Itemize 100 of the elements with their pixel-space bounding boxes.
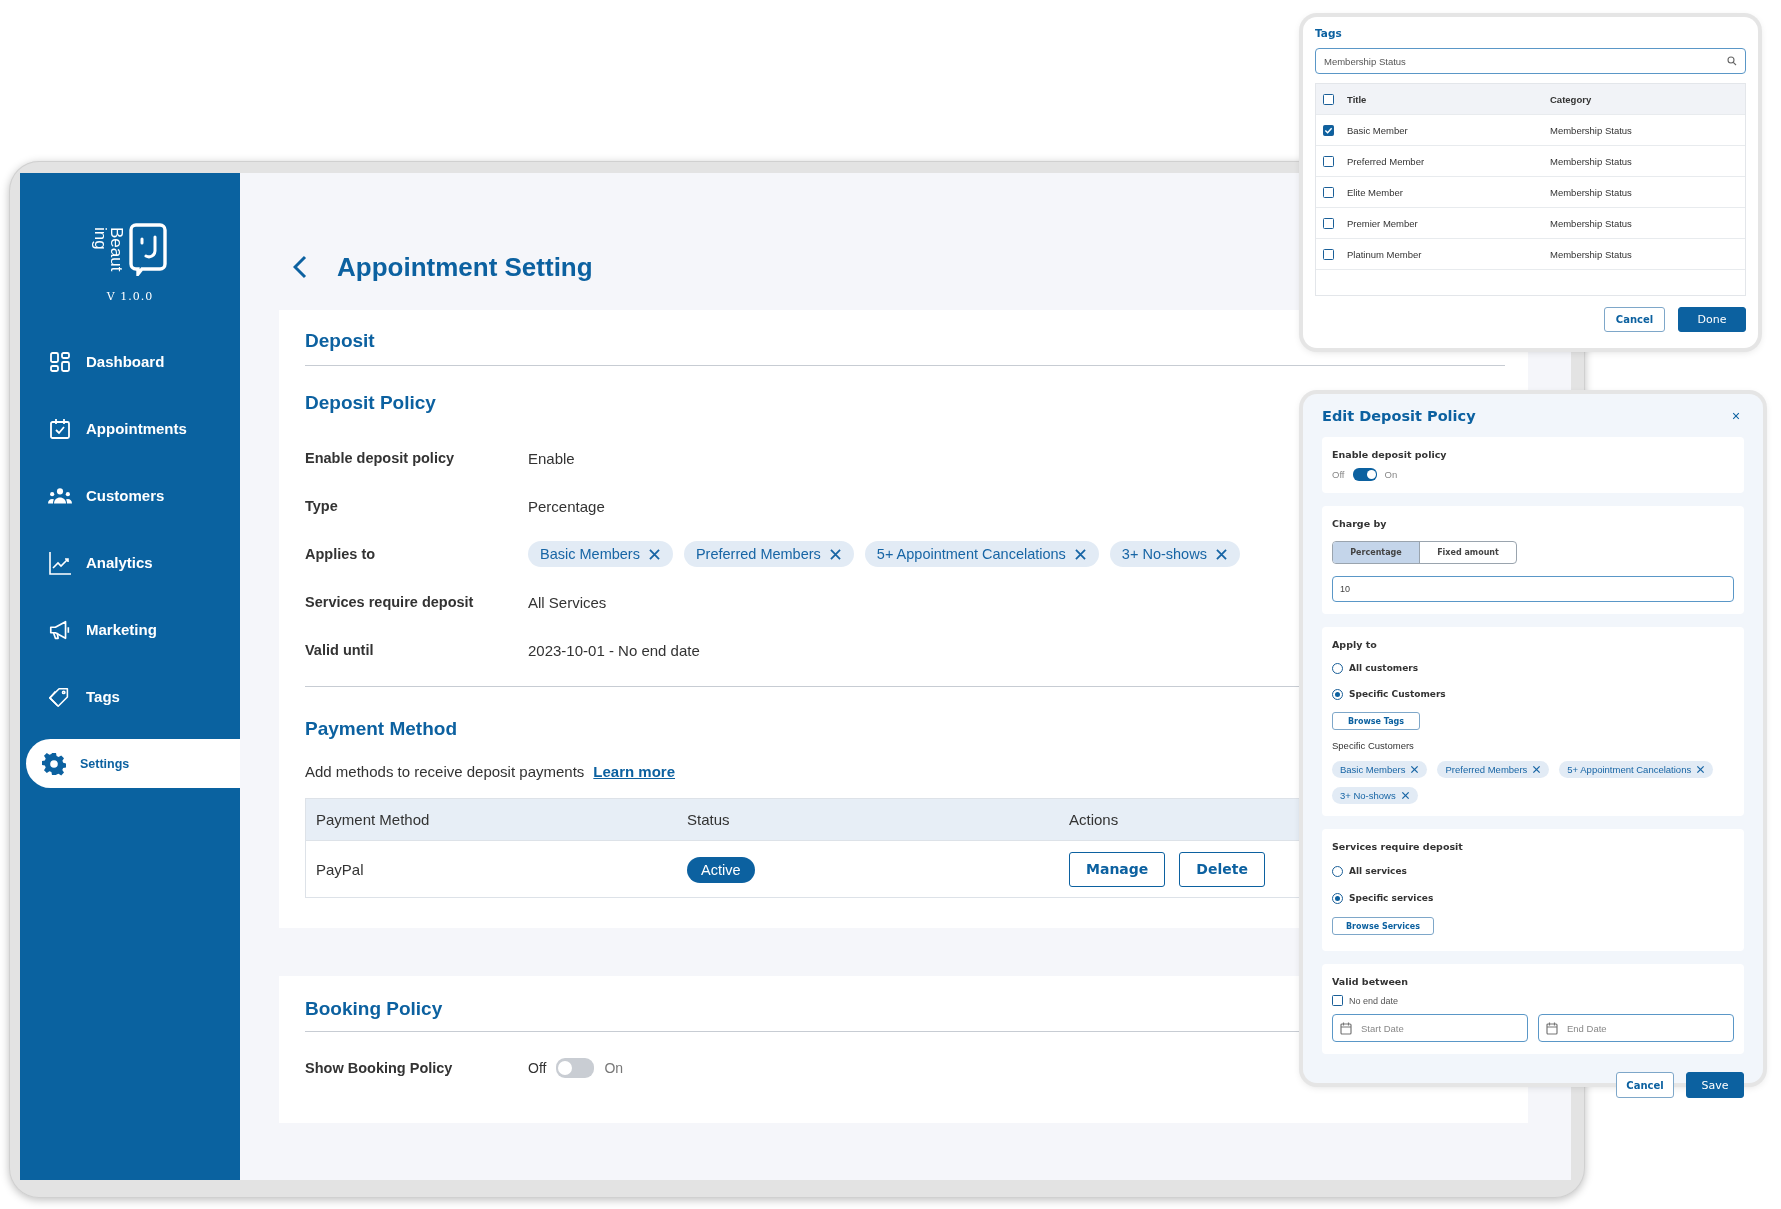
field-label: Enable deposit policy bbox=[305, 450, 456, 466]
checkbox[interactable] bbox=[1323, 186, 1334, 198]
dialog-title: Edit Deposit Policy bbox=[1322, 408, 1476, 424]
chips-label: Specific Customers bbox=[1332, 740, 1414, 751]
off-label: Off bbox=[528, 1060, 547, 1076]
remove-icon bbox=[1400, 791, 1410, 800]
dialog-title: Tags bbox=[1315, 27, 1343, 39]
action-button[interactable]: Manage bbox=[1069, 851, 1166, 887]
table-cell-text: Basic Member bbox=[1346, 124, 1409, 136]
remove-icon bbox=[1696, 765, 1706, 774]
checkbox[interactable] bbox=[1323, 155, 1334, 167]
tag-chip: Basic Members bbox=[528, 541, 673, 567]
version-label: V 1.0.0 bbox=[106, 290, 154, 303]
segment-option[interactable]: Fixed amount bbox=[1419, 542, 1516, 563]
learn-more-link[interactable]: Learn more bbox=[593, 763, 676, 780]
checkbox-label: No end date bbox=[1349, 995, 1399, 1006]
field-value: Enable bbox=[528, 449, 575, 467]
field-label: Valid until bbox=[305, 642, 375, 658]
checkbox[interactable] bbox=[1323, 124, 1334, 136]
remove-icon bbox=[647, 547, 661, 561]
field-label: Services require deposit bbox=[305, 594, 475, 610]
table-cell: Membership Status bbox=[1550, 217, 1632, 229]
select-all-checkbox[interactable] bbox=[1323, 93, 1334, 105]
calendar-icon bbox=[1546, 1022, 1558, 1035]
section-heading: Deposit bbox=[305, 330, 375, 352]
cancel-button[interactable]: Cancel bbox=[1616, 1072, 1674, 1098]
sidebar-item[interactable]: Dashboard bbox=[26, 337, 240, 386]
sidebar-item[interactable]: Customers bbox=[26, 471, 240, 520]
remove-icon bbox=[1214, 547, 1228, 561]
section-heading: Payment Method bbox=[305, 718, 458, 740]
radio-label: Specific Customers bbox=[1349, 689, 1446, 699]
checkbox[interactable] bbox=[1332, 995, 1343, 1006]
field-label: Type bbox=[305, 498, 339, 514]
table-cell-text: Platinum Member bbox=[1346, 248, 1423, 260]
table-cell: Membership Status bbox=[1550, 248, 1632, 260]
action-button[interactable]: Delete bbox=[1179, 851, 1265, 887]
date-field[interactable]: End Date bbox=[1538, 1014, 1734, 1042]
search-field[interactable]: Membership Status bbox=[1315, 48, 1746, 74]
chart-icon bbox=[48, 550, 72, 575]
radio-label: Specific services bbox=[1349, 893, 1434, 903]
status-badge: Active bbox=[687, 856, 755, 883]
remove-icon bbox=[1410, 765, 1420, 774]
column-header: Title bbox=[1346, 93, 1368, 105]
cancel-button[interactable]: Cancel bbox=[1604, 307, 1665, 332]
sidebar-item[interactable]: Settings bbox=[26, 739, 240, 788]
sidebar-item[interactable]: Analytics bbox=[26, 538, 240, 587]
close-icon[interactable] bbox=[1732, 412, 1740, 420]
table-cell-text: Preferred Member bbox=[1346, 155, 1426, 167]
logo-text: Beaut ing bbox=[92, 226, 124, 272]
column-header: Category bbox=[1550, 93, 1592, 105]
sidebar-item[interactable]: Marketing bbox=[26, 605, 240, 654]
section-heading: Deposit Policy bbox=[305, 392, 436, 414]
off-label: Off bbox=[1332, 469, 1345, 480]
remove-icon bbox=[828, 547, 842, 561]
section-label: Charge by bbox=[1332, 518, 1387, 529]
date-field[interactable]: Start Date bbox=[1332, 1014, 1528, 1042]
section-label: Enable deposit policy bbox=[1332, 449, 1447, 460]
radio-label: All customers bbox=[1349, 663, 1419, 673]
back-icon[interactable] bbox=[293, 255, 307, 279]
table-cell: Membership Status bbox=[1550, 155, 1632, 167]
sidebar-item[interactable]: Tags bbox=[26, 672, 240, 721]
on-label: On bbox=[604, 1060, 624, 1076]
tag-chip: Preferred Members bbox=[1437, 761, 1550, 778]
tag-chip: 5+ Appointment Cancelations bbox=[1559, 761, 1714, 778]
table-cell-text: Premier Member bbox=[1346, 217, 1419, 229]
column-header: Status bbox=[687, 811, 731, 828]
field-value: All Services bbox=[528, 593, 607, 611]
field-label: Show Booking Policy bbox=[305, 1060, 454, 1076]
table-cell: Membership Status bbox=[1550, 186, 1632, 198]
remove-icon bbox=[1532, 765, 1542, 774]
calendar-icon bbox=[1340, 1022, 1352, 1035]
settings-icon bbox=[42, 751, 66, 776]
tag-chip: 5+ Appointment Cancelations bbox=[864, 541, 1099, 567]
table-cell-text: Elite Member bbox=[1346, 186, 1404, 198]
table-cell: Membership Status bbox=[1550, 124, 1632, 136]
column-header: Payment Method bbox=[315, 811, 431, 828]
radio-label: All services bbox=[1349, 866, 1407, 876]
field-value: Percentage bbox=[528, 497, 605, 515]
section-label: Services require deposit bbox=[1332, 841, 1463, 852]
save-button[interactable]: Save bbox=[1686, 1072, 1744, 1098]
done-button[interactable]: Done bbox=[1678, 307, 1746, 332]
page-title: Appointment Setting bbox=[337, 251, 593, 283]
toggle-switch[interactable] bbox=[556, 1058, 595, 1078]
browse-services-button[interactable]: Browse Services bbox=[1332, 917, 1434, 935]
sidebar-item[interactable]: Appointments bbox=[26, 404, 240, 453]
column-header: Actions bbox=[1069, 811, 1119, 828]
field-value: 2023-10-01 - No end date bbox=[528, 641, 700, 659]
calendar-check-icon bbox=[48, 416, 72, 441]
checkbox[interactable] bbox=[1323, 217, 1334, 229]
tag-chip: 3+ No-shows bbox=[1332, 787, 1418, 804]
amount-field[interactable]: 10 bbox=[1332, 576, 1734, 602]
search-icon bbox=[1727, 56, 1737, 66]
on-label: On bbox=[1384, 469, 1398, 480]
checkbox[interactable] bbox=[1323, 248, 1334, 260]
toggle-switch[interactable] bbox=[1352, 468, 1377, 481]
tag-chip: Preferred Members bbox=[683, 541, 854, 567]
browse-tags-button[interactable]: Browse Tags bbox=[1332, 712, 1420, 730]
segment-option[interactable]: Percentage bbox=[1333, 542, 1419, 563]
description-text: Add methods to receive deposit payments bbox=[305, 763, 585, 780]
section-label: Valid between bbox=[1332, 976, 1409, 987]
